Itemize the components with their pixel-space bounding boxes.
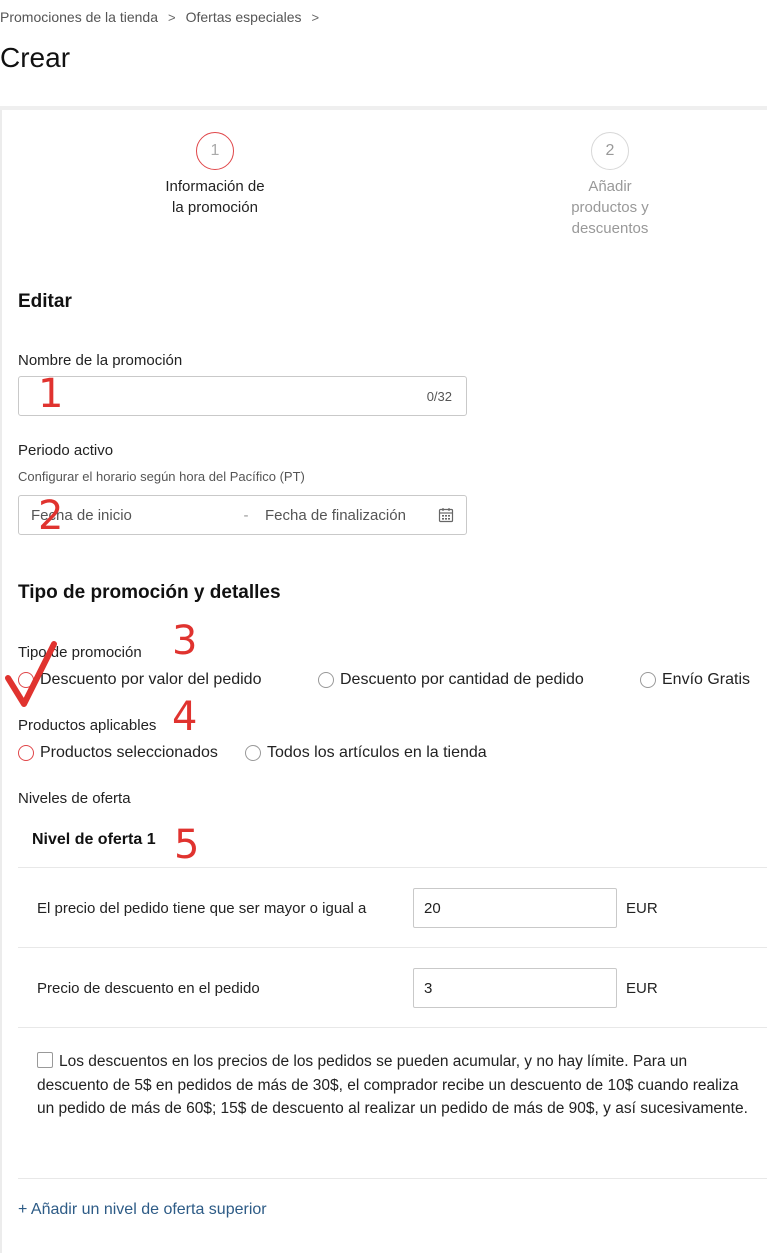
promo-type-option-order-quantity[interactable]: Descuento por cantidad de pedido [318,671,584,689]
applicable-products-label: Productos aplicables [18,717,157,734]
calendar-icon[interactable] [438,507,454,523]
discount-label: Precio de descuento en el pedido [37,980,260,997]
offer-levels-label: Niveles de oferta [18,790,131,807]
discount-input[interactable]: 3 [413,968,617,1008]
step-1-label-line: la promoción [172,199,258,216]
timezone-hint: Configurar el horario según hora del Pac… [18,469,305,484]
add-offer-level-link[interactable]: + Añadir un nivel de oferta superior [18,1201,267,1219]
step-1-label-line: Información de [165,178,265,195]
annotation-number: 1 [38,371,64,417]
chevron-right-icon: > [168,9,176,25]
products-option-all[interactable]: Todos los artículos en la tienda [245,744,487,762]
products-option-selected[interactable]: Productos seleccionados [18,744,218,762]
promo-name-label: Nombre de la promoción [18,352,183,369]
radio-label: Envío Gratis [662,671,751,688]
date-range-picker[interactable]: Fecha de inicio - Fecha de finalización [18,495,467,535]
divider [18,1178,767,1179]
radio-button[interactable] [18,745,34,761]
promo-type-option-free-shipping[interactable]: Envío Gratis [640,671,750,689]
step-2-circle[interactable]: 2 [591,132,629,170]
breadcrumb-ofertas-link[interactable]: Ofertas especiales [186,9,302,25]
checkmark-annotation-icon [5,641,57,707]
min-order-input[interactable]: 20 [413,888,617,928]
radio-label: Descuento por cantidad de pedido [340,671,584,688]
radio-label: Todos los artículos en la tienda [267,744,487,761]
page-title: Crear [0,42,71,73]
step-2-label-line: productos y [571,199,649,216]
chevron-right-icon: > [311,9,320,25]
divider [18,1027,767,1028]
promo-name-input[interactable]: 0/32 [18,376,467,416]
stacking-note: Los descuentos en los precios de los ped… [37,1050,757,1121]
char-counter: 0/32 [426,388,452,404]
breadcrumb: Promociones de la tienda > Ofertas espec… [0,9,329,25]
radio-button[interactable] [245,745,261,761]
min-order-label: El precio del pedido tiene que ser mayor… [37,900,367,917]
annotation-number: 3 [172,618,198,664]
active-period-label: Periodo activo [18,442,114,459]
stacking-note-text: Los descuentos en los precios de los ped… [37,1053,748,1117]
step-2-label-line: Añadir [588,178,632,195]
offer-level-title: Nivel de oferta 1 [32,831,156,848]
radio-button[interactable] [318,672,334,688]
radio-label: Descuento por valor del pedido [40,671,262,688]
currency-unit: EUR [626,980,658,997]
promo-details-title: Tipo de promoción y detalles [18,582,281,603]
step-1-circle[interactable]: 1 [196,132,234,170]
edit-section-title: Editar [18,291,72,312]
step-2-label-line: descuentos [571,220,649,237]
currency-unit: EUR [626,900,658,917]
step-1-label[interactable]: Información de la promoción [140,176,290,218]
annotation-number: 5 [174,822,200,868]
breadcrumb-promociones-link[interactable]: Promociones de la tienda [0,9,158,25]
radio-label: Productos seleccionados [40,744,218,761]
date-separator: - [243,506,249,524]
annotation-number: 4 [172,694,198,740]
annotation-number: 2 [38,493,64,539]
header-divider [0,106,767,110]
end-date-field[interactable]: Fecha de finalización [261,507,438,524]
divider [18,867,767,868]
divider [18,947,767,948]
step-2-label[interactable]: Añadir productos y descuentos [545,176,675,239]
radio-button[interactable] [640,672,656,688]
stacking-checkbox[interactable] [37,1052,53,1068]
